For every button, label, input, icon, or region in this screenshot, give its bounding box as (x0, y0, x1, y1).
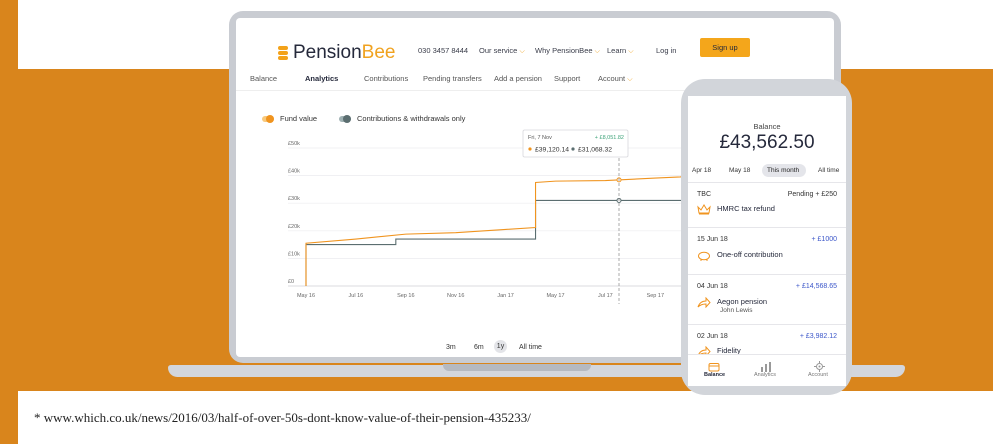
filter-this-month[interactable]: This month (767, 167, 799, 174)
y-tick-label: £10k (288, 251, 300, 257)
x-tick-label: Sep 16 (397, 293, 414, 299)
transaction-card[interactable]: 15 Jun 18 + £1000 One-off contribution (688, 227, 846, 268)
range-1y[interactable]: 1y (494, 340, 507, 353)
range-3m[interactable]: 3m (446, 344, 456, 351)
phone-screen: Balance £43,562.50 Apr 18 May 18 This mo… (688, 96, 846, 386)
transaction-card[interactable]: 04 Jun 18 + £14,568.65 Aegon pension Joh… (688, 274, 846, 323)
contributions-line (305, 199, 706, 286)
fund-value-line (305, 172, 706, 286)
transaction-date: 15 Jun 18 (697, 236, 728, 243)
filter-may-18[interactable]: May 18 (729, 167, 750, 174)
transfer-arrow-icon (697, 295, 711, 313)
crown-icon (697, 202, 711, 220)
x-tick-label: Nov 16 (447, 293, 464, 299)
filter-apr-18[interactable]: Apr 18 (692, 167, 711, 174)
tooltip-date: Fri, 7 Nov (528, 135, 552, 141)
tab-account[interactable]: Account (808, 372, 828, 378)
transaction-title: Aegon pension (717, 297, 768, 306)
balance-value: £43,562.50 (719, 132, 815, 153)
chart-x-axis: May 16 Jul 16 Sep 16 Nov 16 Jan 17 May 17 Jul … (297, 293, 714, 299)
range-6m[interactable]: 6m (474, 344, 484, 351)
y-tick-label: £0 (288, 279, 294, 285)
y-tick-label: £50k (288, 141, 300, 147)
left-accent-border (0, 0, 18, 444)
tooltip-contrib-dot (571, 147, 575, 151)
tooltip-change: + £8,051.82 (595, 135, 624, 141)
transaction-amount: + £14,568.65 (795, 283, 837, 290)
filter-all-time[interactable]: All time (818, 167, 839, 174)
tab-analytics[interactable]: Analytics (754, 372, 776, 378)
tooltip-fund-value: £39,120.14 (535, 147, 569, 154)
transaction-date: TBC (697, 191, 711, 198)
chart-y-axis: £0 £10k £20k £30k £40k £50k (288, 141, 300, 285)
balance-label: Balance (753, 122, 781, 131)
transaction-title: One-off contribution (717, 250, 783, 259)
x-tick-label: Sep 17 (647, 293, 664, 299)
tooltip-fund-dot (528, 147, 532, 151)
transaction-subtitle: John Lewis (720, 307, 753, 314)
transaction-date: 02 Jun 18 (697, 333, 728, 340)
range-all-time[interactable]: All time (519, 344, 542, 351)
x-tick-label: Jul 17 (598, 293, 613, 299)
x-tick-label: Jul 16 (349, 293, 364, 299)
footnote-source: * www.which.co.uk/news/2016/03/half-of-o… (34, 410, 531, 425)
laptop-notch (443, 364, 591, 371)
bottom-tab-bar: Balance Analytics Account (688, 354, 846, 386)
chart-tooltip: Fri, 7 Nov + £8,051.82 £39,120.14 £31,06… (522, 129, 629, 158)
chart-series (305, 172, 706, 286)
y-tick-label: £30k (288, 196, 300, 202)
transaction-card[interactable]: 02 Jun 18 + £3,982.12 Fidelity (688, 324, 846, 358)
tab-balance[interactable]: Balance (704, 372, 725, 378)
y-tick-label: £40k (288, 169, 300, 175)
transaction-amount: Pending + £250 (787, 191, 837, 198)
transaction-title: HMRC tax refund (717, 204, 775, 213)
tooltip-contrib-value: £31,068.32 (578, 147, 612, 154)
transaction-amount: + £1000 (811, 236, 838, 243)
y-tick-label: £20k (288, 224, 300, 230)
transaction-card[interactable]: TBC Pending + £250 HMRC tax refund (688, 182, 846, 223)
transaction-amount: + £3,982.12 (799, 333, 837, 340)
piggy-bank-icon (697, 248, 711, 266)
x-tick-label: Jan 17 (497, 293, 514, 299)
transaction-date: 04 Jun 18 (697, 283, 728, 290)
x-tick-label: May 17 (546, 293, 564, 299)
x-tick-label: May 16 (297, 293, 315, 299)
